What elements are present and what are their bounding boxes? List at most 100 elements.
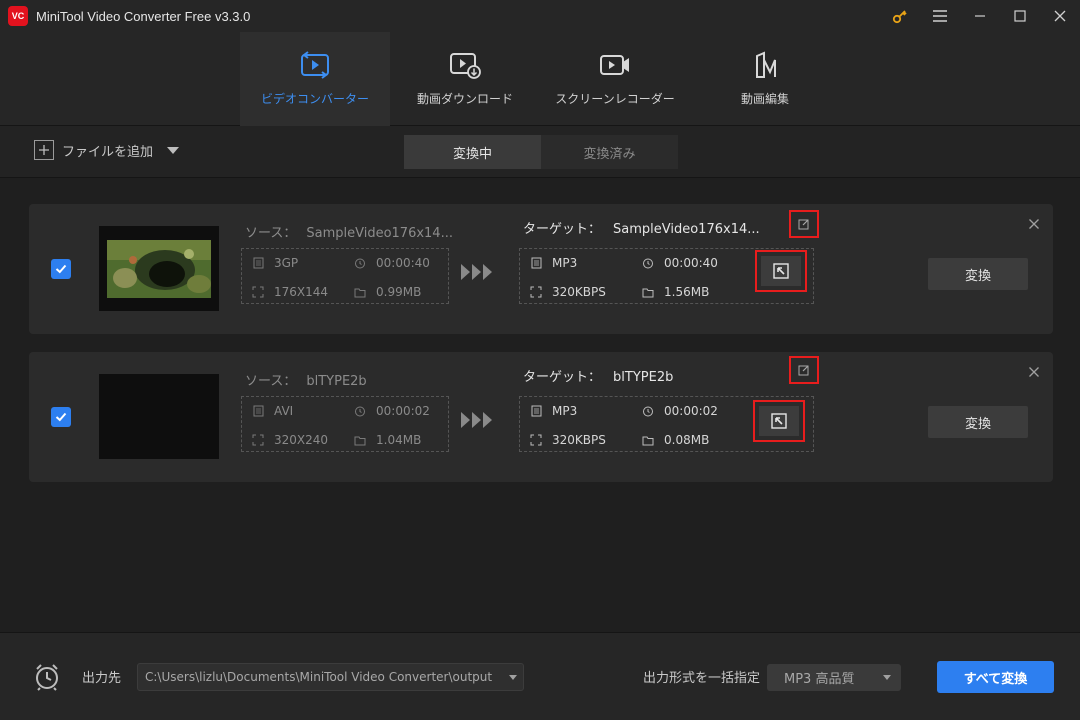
convert-arrows-icon [461, 264, 492, 280]
remove-item-icon[interactable] [1027, 218, 1041, 232]
target-filename: SampleVideo176x14... [613, 222, 760, 237]
maximize-icon[interactable] [1000, 0, 1040, 32]
target-bitrate: 320KBPS [530, 285, 606, 299]
file-format-icon [530, 405, 542, 417]
source-duration: 00:00:40 [354, 256, 430, 270]
window-title: MiniTool Video Converter Free v3.3.0 [36, 8, 251, 24]
folder-icon [354, 286, 366, 298]
source-filename: blTYPE2b [306, 374, 367, 389]
tab-video-converter[interactable]: ビデオコンバーター [240, 32, 390, 126]
target-settings-button[interactable] [755, 250, 807, 292]
close-icon[interactable] [1040, 0, 1080, 32]
add-file-icon [34, 140, 54, 160]
resolution-icon [252, 434, 264, 446]
target-settings-icon [761, 256, 801, 286]
app-window: VC MiniTool Video Converter Free v3.3.0 [0, 0, 1080, 720]
video-thumbnail [99, 226, 219, 311]
screen-record-icon [598, 48, 632, 82]
target-label: ターゲット： blTYPE2b [523, 370, 674, 385]
window-controls [880, 0, 1080, 32]
convert-arrows-icon [461, 412, 492, 428]
add-file-button[interactable]: ファイルを追加 [34, 140, 180, 160]
chevron-down-icon [509, 675, 517, 680]
source-duration: 00:00:02 [354, 404, 430, 418]
tab-video-download[interactable]: 動画ダウンロード [390, 32, 540, 126]
main-nav: ビデオコンバーター 動画ダウンロード スクリーンレコーダー 動画編集 [0, 32, 1080, 126]
source-resolution: 320X240 [252, 433, 328, 447]
tab-label: 動画編集 [740, 92, 789, 106]
file-format-icon [252, 405, 264, 417]
status-segmented-control: 変換中 変換済み [404, 135, 678, 169]
convert-all-button[interactable]: すべて変換 [937, 661, 1054, 693]
clock-icon [642, 257, 654, 269]
tab-label: スクリーンレコーダー [555, 92, 675, 106]
edit-target-name-button[interactable] [789, 210, 819, 238]
source-info-box: AVI 00:00:02 320X240 1.04MB [241, 396, 449, 452]
file-format-icon [530, 257, 542, 269]
output-label: 出力先 [82, 671, 122, 686]
file-format-icon [252, 257, 264, 269]
tab-screen-recorder[interactable]: スクリーンレコーダー [540, 32, 690, 126]
bottom-bar: 出力先 C:\Users\lizlu\Documents\MiniTool Vi… [0, 632, 1080, 720]
tab-label: ビデオコンバーター [260, 92, 369, 106]
source-label: ソース： SampleVideo176x14... [245, 226, 453, 241]
target-bitrate: 320KBPS [530, 433, 606, 447]
title-bar: VC MiniTool Video Converter Free v3.3.0 [0, 0, 1080, 32]
download-video-icon [448, 48, 482, 82]
source-size: 1.04MB [354, 433, 421, 447]
source-format: AVI [252, 404, 293, 418]
target-size: 0.08MB [642, 433, 709, 447]
remove-item-icon[interactable] [1027, 366, 1041, 380]
item-checkbox[interactable] [51, 407, 71, 427]
add-file-dropdown-icon[interactable] [167, 146, 180, 154]
target-settings-button[interactable] [753, 400, 805, 442]
chevron-down-icon [883, 675, 891, 680]
tab-converted[interactable]: 変換済み [541, 135, 678, 169]
add-file-label: ファイルを追加 [62, 144, 154, 160]
minimize-icon[interactable] [960, 0, 1000, 32]
target-format: MP3 [530, 256, 577, 270]
resolution-icon [530, 286, 542, 298]
conversion-item: ソース： blTYPE2b AVI 00:00:02 320X240 1.04MB… [29, 352, 1053, 482]
convert-button[interactable]: 変換 [928, 258, 1028, 290]
clock-icon [354, 405, 366, 417]
conversion-item: ソース： SampleVideo176x14... 3GP 00:00:40 17… [29, 204, 1053, 334]
output-format-select[interactable]: MP3 高品質 [767, 664, 901, 691]
folder-icon [354, 434, 366, 446]
source-info-box: 3GP 00:00:40 176X144 0.99MB [241, 248, 449, 304]
target-label: ターゲット： SampleVideo176x14... [523, 222, 760, 237]
resolution-icon [252, 286, 264, 298]
output-format-value: MP3 高品質 [784, 672, 855, 687]
target-duration: 00:00:40 [642, 256, 718, 270]
source-format: 3GP [252, 256, 298, 270]
source-label: ソース： blTYPE2b [245, 374, 367, 389]
menu-icon[interactable] [920, 0, 960, 32]
schedule-alarm-icon[interactable] [34, 663, 60, 695]
video-thumbnail [99, 374, 219, 459]
target-settings-icon [759, 406, 799, 436]
item-checkbox[interactable] [51, 259, 71, 279]
tab-converting[interactable]: 変換中 [404, 135, 541, 169]
output-path-select[interactable]: C:\Users\lizlu\Documents\MiniTool Video … [137, 663, 524, 691]
source-size: 0.99MB [354, 285, 421, 299]
tab-video-edit[interactable]: 動画編集 [690, 32, 840, 126]
convert-button[interactable]: 変換 [928, 406, 1028, 438]
edit-target-name-button[interactable] [789, 356, 819, 384]
target-filename: blTYPE2b [613, 370, 674, 385]
folder-icon [642, 434, 654, 446]
target-format: MP3 [530, 404, 577, 418]
app-logo: VC [8, 6, 28, 26]
key-icon[interactable] [880, 0, 920, 32]
toolbar: ファイルを追加 変換中 変換済み [0, 126, 1080, 178]
convert-icon [298, 48, 332, 82]
clock-icon [642, 405, 654, 417]
target-duration: 00:00:02 [642, 404, 718, 418]
format-label: 出力形式を一括指定 [643, 671, 761, 686]
video-edit-icon [748, 48, 782, 82]
resolution-icon [530, 434, 542, 446]
output-path-value: C:\Users\lizlu\Documents\MiniTool Video … [145, 670, 493, 684]
folder-icon [642, 286, 654, 298]
clock-icon [354, 257, 366, 269]
source-resolution: 176X144 [252, 285, 328, 299]
source-filename: SampleVideo176x14... [306, 226, 453, 241]
